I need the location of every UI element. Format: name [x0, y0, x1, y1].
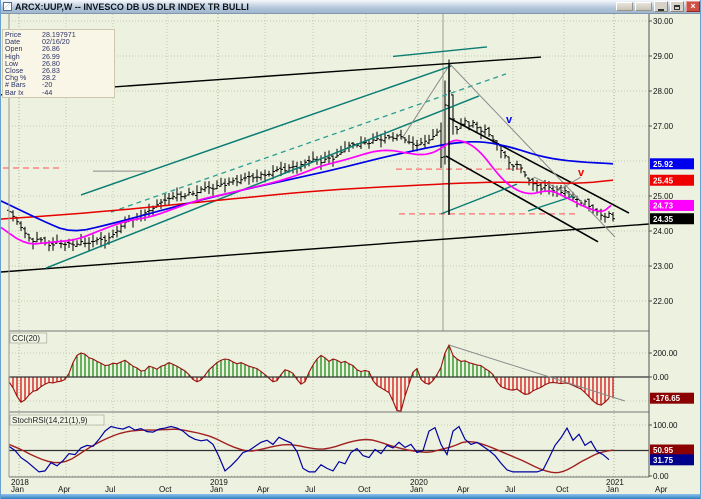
axis-month-label: Jul: [105, 485, 115, 494]
chart-app-icon: [3, 2, 12, 11]
axis-label: 28.00: [653, 87, 674, 96]
axis-label: 0.00: [653, 472, 669, 481]
cci-title: CCI(20): [12, 334, 40, 343]
axis-badge: 25.92: [653, 160, 674, 169]
titlebar-tool-button-2[interactable]: [635, 2, 652, 11]
axis-label: 23.00: [653, 262, 674, 271]
window-title: ARCX:UUP,W -- INVESCO DB US DLR INDEX TR…: [15, 2, 249, 12]
axis-month-label: Jan: [210, 485, 223, 494]
titlebar-tool-button-1[interactable]: [616, 2, 633, 11]
minimize-icon: [658, 9, 664, 11]
chart-window: ARCX:UUP,W -- INVESCO DB US DLR INDEX TR…: [0, 0, 701, 499]
data-window-row: Bar Ix-44: [5, 89, 112, 96]
window-bottom-border: [1, 494, 701, 499]
axis-badge: 24.73: [653, 201, 674, 210]
titlebar[interactable]: ARCX:UUP,W -- INVESCO DB US DLR INDEX TR…: [1, 0, 701, 14]
axis-badge: 50.95: [653, 446, 674, 455]
axis-month-label: Jan: [11, 485, 24, 494]
wave-label: v: [506, 114, 513, 126]
axis-badge: 25.45: [653, 176, 674, 185]
restore-icon: [674, 5, 680, 10]
axis-label: 0.00: [653, 373, 669, 382]
axis-month-label: Jul: [505, 485, 515, 494]
axis-badge: 24.35: [653, 215, 674, 224]
axis-label: 200.00: [653, 349, 678, 358]
axis-month-label: Apr: [457, 485, 470, 494]
axis-month-label: Oct: [556, 485, 569, 494]
restore-button[interactable]: [670, 1, 684, 12]
axis-badge: -176.65: [653, 394, 681, 403]
axis-month-label: Oct: [358, 485, 371, 494]
axis-label: 30.00: [653, 17, 674, 26]
axis-label: 29.00: [653, 52, 674, 61]
axis-badge: 31.75: [653, 456, 674, 465]
axis-month-label: Jan: [410, 485, 423, 494]
axis-label: 27.00: [653, 122, 674, 131]
axis-label: 25.00: [653, 192, 674, 201]
axis-month-label: Apr: [655, 485, 668, 494]
axis-month-label: Jul: [305, 485, 315, 494]
data-window: Price28.197971Date02/16/20Open26.86High2…: [2, 29, 115, 98]
axis-label: 100.00: [653, 421, 678, 430]
wave-label: v: [578, 167, 585, 179]
axis-label: 22.00: [653, 297, 674, 306]
axis-label: 24.00: [653, 227, 674, 236]
axis-month-label: Jan: [606, 485, 619, 494]
minimize-button[interactable]: [654, 1, 668, 12]
stochrsi-title: StochRSI(14,21(1),9): [12, 416, 88, 425]
axis-month-label: Apr: [257, 485, 270, 494]
axis-month-label: Apr: [58, 485, 71, 494]
axis-month-label: Oct: [159, 485, 172, 494]
close-button[interactable]: ×: [686, 1, 700, 12]
